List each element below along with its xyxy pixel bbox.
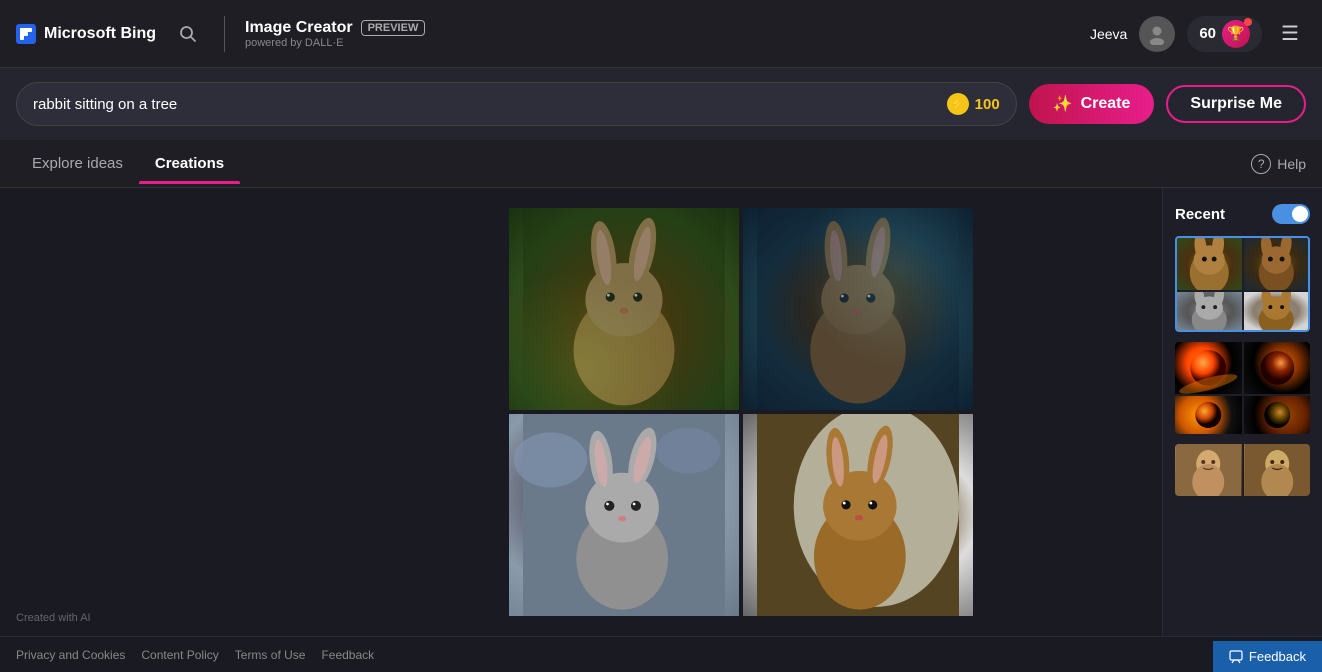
- surprise-button[interactable]: Surprise Me: [1166, 85, 1306, 123]
- preview-badge: PREVIEW: [361, 20, 426, 36]
- image-cell-4[interactable]: [743, 414, 973, 616]
- help-button[interactable]: ? Help: [1251, 154, 1306, 174]
- recent-rabbit-1-img: [1177, 238, 1242, 290]
- recent-planet-4: [1244, 396, 1311, 434]
- powered-by-text: powered by DALL·E: [245, 37, 425, 49]
- image-creator-title-row: Image Creator PREVIEW: [245, 19, 425, 37]
- images-area: Created with AI: [0, 188, 1162, 636]
- toggle-knob: [1292, 206, 1308, 222]
- rabbit-image-2: [743, 208, 973, 410]
- search-input[interactable]: [33, 96, 947, 113]
- search-area: ⚡ 100 ✨ Create Surprise Me: [0, 68, 1322, 140]
- recent-planet-1: [1175, 342, 1242, 394]
- recent-group-3[interactable]: [1175, 444, 1310, 496]
- rabbit-image-1: [509, 208, 739, 410]
- feedback-floating-button[interactable]: Feedback: [1213, 641, 1322, 672]
- header-divider: [224, 16, 225, 52]
- bing-logo-text: Microsoft Bing: [44, 25, 156, 43]
- recent-thumb-3: [1177, 292, 1242, 330]
- main-content: Created with AI Recent: [0, 188, 1322, 636]
- image-creator-section: Image Creator PREVIEW powered by DALL·E: [245, 19, 425, 49]
- image-cell-1[interactable]: [509, 208, 739, 410]
- footer-terms[interactable]: Terms of Use: [235, 648, 306, 662]
- recent-planet-3: [1175, 396, 1242, 434]
- recent-thumb-4: [1244, 292, 1309, 330]
- created-with-ai: Created with AI: [16, 612, 91, 624]
- recent-grid-1: [1177, 238, 1308, 330]
- planet-image-2: [1244, 342, 1311, 394]
- bing-logo-icon: [16, 24, 36, 44]
- planet-image-3: [1175, 396, 1242, 434]
- footer-content[interactable]: Content Policy: [141, 648, 218, 662]
- help-label: Help: [1277, 156, 1306, 172]
- header: Microsoft Bing Image Creator PREVIEW pow…: [0, 0, 1322, 68]
- surprise-btn-label: Surprise Me: [1190, 95, 1282, 112]
- tab-creations-label: Creations: [155, 155, 224, 172]
- coins-notification-dot: [1244, 18, 1252, 26]
- recent-grid-3: [1175, 444, 1310, 496]
- planet-image-1: [1175, 342, 1242, 394]
- footer-privacy[interactable]: Privacy and Cookies: [16, 648, 125, 662]
- coins-section: 60 🏆: [1187, 16, 1262, 52]
- image-cell-2[interactable]: [743, 208, 973, 410]
- tab-explore-label: Explore ideas: [32, 155, 123, 172]
- bolt-icon: ⚡: [947, 93, 969, 115]
- bolt-section: ⚡ 100: [947, 93, 1000, 115]
- recent-mona-2: [1244, 444, 1311, 496]
- tabs-area: Explore ideas Creations ? Help: [0, 140, 1322, 188]
- menu-button[interactable]: ☰: [1274, 18, 1306, 50]
- coins-count: 60: [1199, 25, 1216, 42]
- recent-header: Recent: [1175, 204, 1310, 224]
- create-button[interactable]: ✨ Create: [1029, 84, 1155, 124]
- recent-rabbit-4-img: [1244, 292, 1309, 330]
- recent-group-2[interactable]: [1175, 342, 1310, 434]
- feedback-icon: [1229, 650, 1243, 664]
- rabbit-image-4: [743, 414, 973, 616]
- search-icon: [178, 24, 198, 44]
- bing-logo[interactable]: Microsoft Bing: [16, 24, 156, 44]
- user-avatar-icon: [1146, 23, 1168, 45]
- recent-grid-2: [1175, 342, 1310, 434]
- feedback-floating-label: Feedback: [1249, 649, 1306, 664]
- image-cell-3[interactable]: [509, 414, 739, 616]
- header-search-button[interactable]: [172, 18, 204, 50]
- recent-toggle[interactable]: [1272, 204, 1310, 224]
- recent-thumb-1: [1177, 238, 1242, 290]
- rabbit-image-3: [509, 414, 739, 616]
- footer: Privacy and Cookies Content Policy Terms…: [0, 636, 1322, 672]
- recent-mona-1: [1175, 444, 1242, 496]
- create-btn-label: Create: [1081, 95, 1131, 113]
- create-btn-icon: ✨: [1053, 94, 1073, 114]
- image-creator-title-text: Image Creator: [245, 19, 353, 37]
- recent-thumb-2: [1244, 238, 1309, 290]
- planet-image-4: [1244, 396, 1311, 434]
- recent-planet-2: [1244, 342, 1311, 394]
- user-name: Jeeva: [1090, 26, 1127, 42]
- search-bar: ⚡ 100: [16, 82, 1017, 126]
- tab-creations[interactable]: Creations: [139, 143, 240, 184]
- tab-explore[interactable]: Explore ideas: [16, 143, 139, 184]
- sidebar: Recent: [1162, 188, 1322, 636]
- image-grid: [509, 208, 973, 616]
- recent-group-1[interactable]: [1175, 236, 1310, 332]
- recent-rabbit-2-img: [1244, 238, 1309, 290]
- footer-feedback[interactable]: Feedback: [321, 648, 374, 662]
- help-circle-icon: ?: [1251, 154, 1271, 174]
- bolt-count: 100: [975, 96, 1000, 113]
- user-section: Jeeva 60 🏆 ☰: [1090, 16, 1306, 52]
- recent-label: Recent: [1175, 206, 1225, 223]
- recent-rabbit-3-img: [1177, 292, 1242, 330]
- mona-image-2: [1244, 444, 1311, 496]
- user-avatar[interactable]: [1139, 16, 1175, 52]
- coins-icon: 🏆: [1222, 20, 1250, 48]
- mona-image-1: [1175, 444, 1242, 496]
